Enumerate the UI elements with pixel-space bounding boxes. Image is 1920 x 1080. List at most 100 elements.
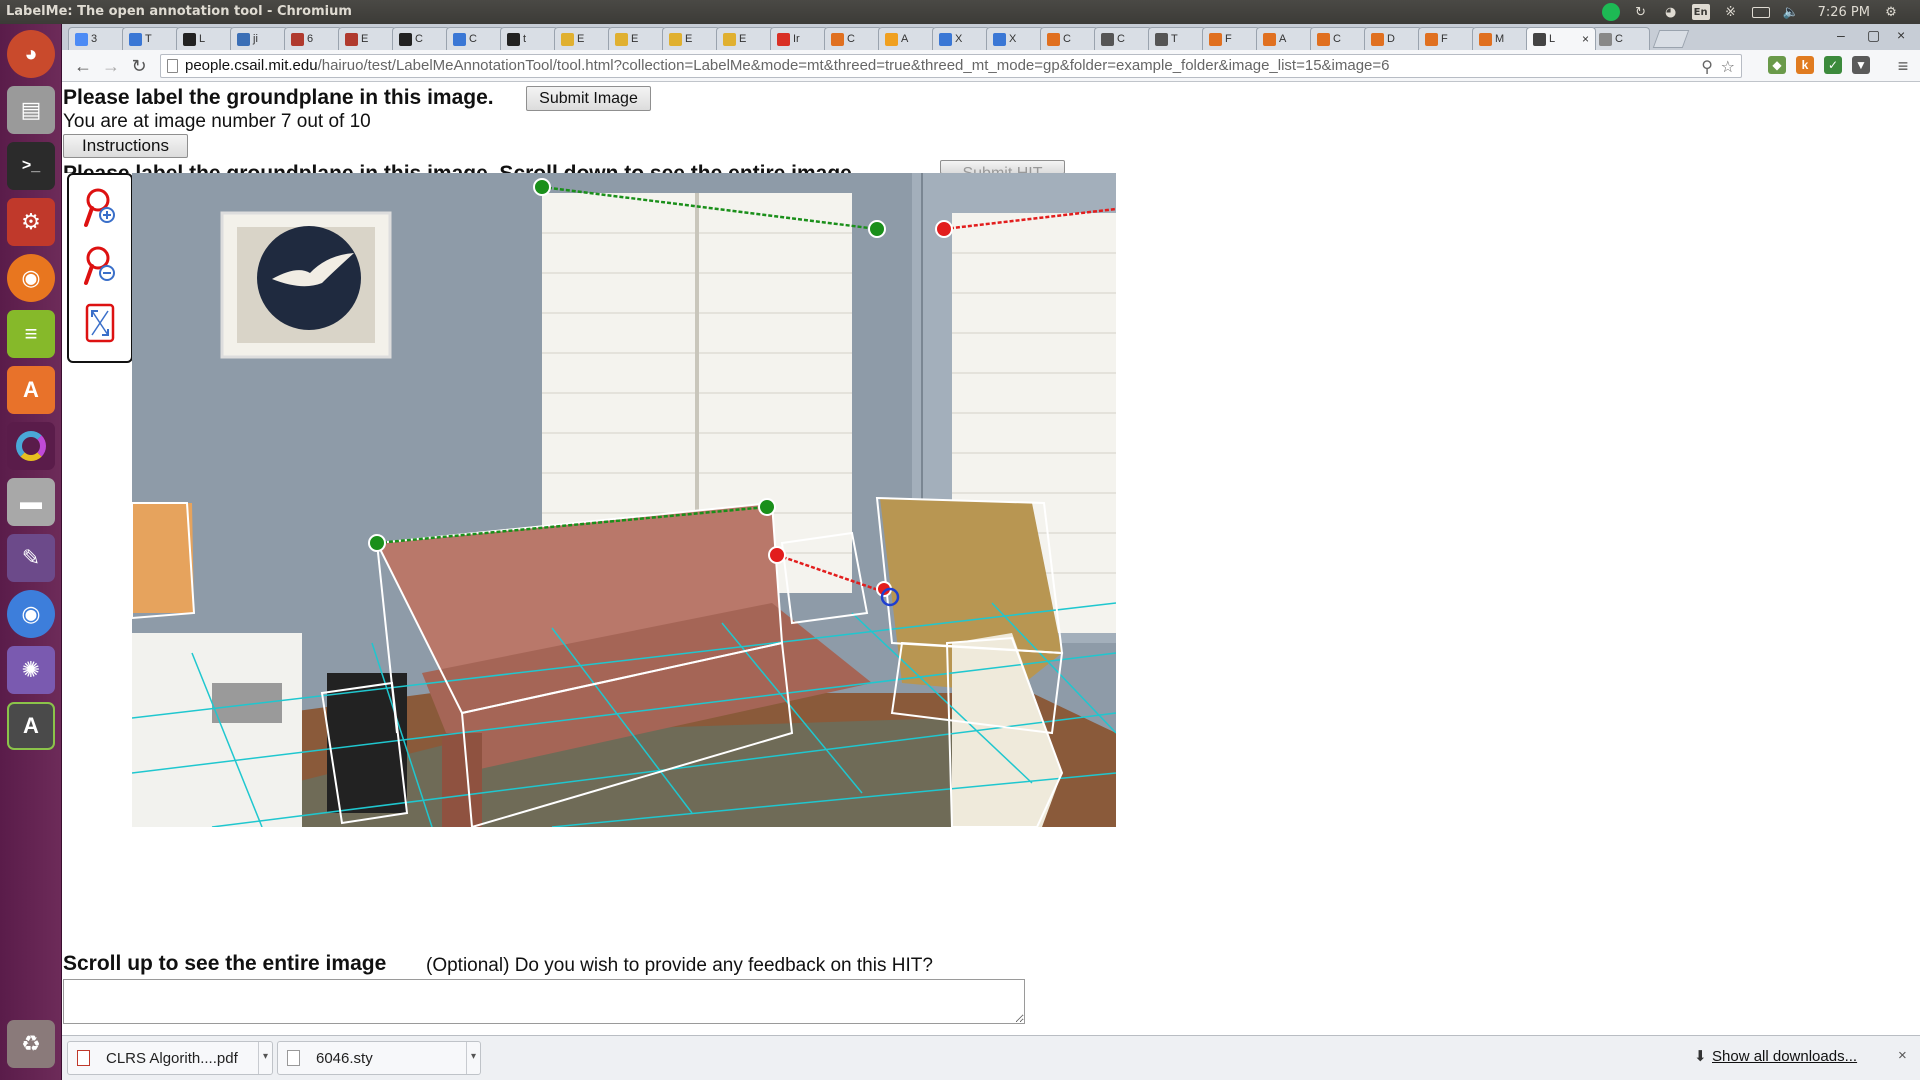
tab-close-icon[interactable]: × <box>1582 32 1589 46</box>
browser-tab[interactable]: C <box>1094 27 1152 50</box>
system-settings-icon[interactable]: ⚙ <box>7 198 55 246</box>
k-extension-icon[interactable]: k <box>1796 56 1814 74</box>
browser-tab[interactable]: E <box>608 27 666 50</box>
terminal-icon[interactable]: >_ <box>7 142 55 190</box>
browser-tab[interactable]: C <box>446 27 504 50</box>
tab-favicon-icon <box>723 33 736 46</box>
tab-favicon-icon <box>345 33 358 46</box>
submit-image-button[interactable]: Submit Image <box>526 86 651 111</box>
volume-muted-icon[interactable]: 🔈 <box>1782 4 1800 20</box>
firefox-icon[interactable]: ◉ <box>7 254 55 302</box>
browser-tab[interactable]: L <box>176 27 234 50</box>
browser-tab[interactable]: 6 <box>284 27 342 50</box>
download-item[interactable]: 6046.sty ▾ <box>277 1041 481 1075</box>
browser-tab[interactable]: ji <box>230 27 288 50</box>
wifi-icon[interactable]: ◕ <box>1662 4 1680 20</box>
pocket-extension-icon[interactable]: ▼ <box>1852 56 1870 74</box>
browser-tab[interactable]: F <box>1202 27 1260 50</box>
power-gear-icon[interactable]: ⚙ <box>1882 4 1900 20</box>
browser-tab[interactable]: E <box>338 27 396 50</box>
software-center-icon[interactable]: A <box>7 366 55 414</box>
minimize-button[interactable]: – <box>1837 27 1845 43</box>
tab-active[interactable]: L × <box>1526 27 1596 50</box>
zoom-magnifier-icon[interactable]: ⚲ <box>1701 57 1713 77</box>
files-icon[interactable]: ▤ <box>7 86 55 134</box>
battery-icon[interactable] <box>1751 4 1770 20</box>
browser-tab[interactable]: A <box>878 27 936 50</box>
browser-tab[interactable]: T <box>1148 27 1206 50</box>
close-window-button[interactable]: × <box>1897 27 1905 43</box>
inkscape-icon[interactable]: ✎ <box>7 534 55 582</box>
trash-icon[interactable]: ♻ <box>7 1020 55 1068</box>
forward-button[interactable]: → <box>100 55 122 77</box>
download-item[interactable]: CLRS Algorith....pdf ▾ <box>67 1041 273 1075</box>
chromium-icon[interactable]: ◉ <box>7 590 55 638</box>
green-control-point[interactable] <box>368 534 386 552</box>
browser-tab[interactable]: t <box>500 27 558 50</box>
download-filename: 6046.sty <box>316 1050 373 1067</box>
sync-icon[interactable]: ↻ <box>1632 4 1650 20</box>
url-path: /hairuo/test/LabelMeAnnotationTool/tool.… <box>317 57 1390 74</box>
tab-favicon-icon <box>129 33 142 46</box>
back-button[interactable]: ← <box>72 55 94 77</box>
browser-tab[interactable]: C <box>1040 27 1098 50</box>
reload-button[interactable]: ↻ <box>128 55 150 77</box>
browser-tab[interactable]: D <box>1364 27 1422 50</box>
chrome-menu-icon[interactable]: ≡ <box>1892 55 1914 77</box>
browser-tab[interactable]: C <box>392 27 450 50</box>
browser-tab[interactable]: E <box>716 27 774 50</box>
green-control-point[interactable] <box>533 178 551 196</box>
red-control-point[interactable] <box>768 546 786 564</box>
tab-favicon-icon <box>183 33 196 46</box>
green-control-point[interactable] <box>758 498 776 516</box>
browser-tab[interactable]: C <box>824 27 882 50</box>
dash-home-icon[interactable]: ◕ <box>7 30 55 78</box>
tab-favicon-icon <box>1479 33 1492 46</box>
bluetooth-icon[interactable]: ※ <box>1722 4 1740 20</box>
spotify-icon[interactable]: ≡ <box>7 310 55 358</box>
unity-tweak-icon[interactable] <box>7 422 55 470</box>
browser-tab[interactable]: C <box>1310 27 1368 50</box>
submit-hit-button[interactable]: Submit HIT <box>940 160 1065 174</box>
clock[interactable]: 7:26 PM <box>1818 5 1870 20</box>
app-swirl-icon[interactable]: ✺ <box>7 646 55 694</box>
browser-tab[interactable]: E <box>662 27 720 50</box>
zoom-out-icon[interactable] <box>83 243 117 289</box>
browser-tab[interactable]: X <box>986 27 1044 50</box>
close-download-shelf-icon[interactable]: × <box>1898 1047 1907 1064</box>
browser-tab[interactable]: Ir <box>770 27 828 50</box>
keyboard-language-indicator[interactable]: En <box>1691 4 1710 20</box>
tab-label: X <box>1009 33 1017 45</box>
spotify-tray-icon[interactable] <box>1601 3 1620 21</box>
browser-tab[interactable]: T <box>122 27 180 50</box>
new-tab-button[interactable] <box>1652 30 1690 48</box>
browser-tab[interactable]: M <box>1472 27 1530 50</box>
updater-icon[interactable]: A <box>7 702 55 750</box>
browser-tab[interactable]: A <box>1256 27 1314 50</box>
annotation-image-canvas[interactable] <box>132 173 1116 827</box>
browser-tab[interactable]: F <box>1418 27 1476 50</box>
instructions-button[interactable]: Instructions <box>63 134 188 158</box>
tab-favicon-icon <box>993 33 1006 46</box>
bookmark-star-icon[interactable]: ☆ <box>1721 57 1735 77</box>
maximize-button[interactable]: ▢ <box>1867 27 1880 44</box>
zoom-in-icon[interactable] <box>83 185 117 231</box>
fit-image-icon[interactable] <box>83 301 117 347</box>
feedback-textarea[interactable] <box>63 979 1025 1024</box>
browser-tab[interactable]: X <box>932 27 990 50</box>
browser-tab[interactable]: 3 <box>68 27 126 50</box>
download-menu-arrow-icon[interactable]: ▾ <box>258 1042 272 1074</box>
browser-tab[interactable]: E <box>554 27 612 50</box>
tab-label: A <box>1279 33 1287 45</box>
address-bar[interactable]: people.csail.mit.edu/hairuo/test/LabelMe… <box>160 54 1742 78</box>
red-control-point[interactable] <box>935 220 953 238</box>
browser-tab[interactable]: C <box>1592 27 1650 50</box>
extension-puzzle-icon[interactable]: ◆ <box>1768 56 1786 74</box>
green-control-point[interactable] <box>868 220 886 238</box>
tab-label: C <box>1063 33 1071 45</box>
notification-extension-icon[interactable]: ✓ <box>1824 56 1842 74</box>
show-all-downloads-link[interactable]: Show all downloads... <box>1712 1048 1857 1065</box>
drive-icon[interactable]: ▬ <box>7 478 55 526</box>
page-title: Please label the groundplane in this ima… <box>63 86 494 109</box>
download-menu-arrow-icon[interactable]: ▾ <box>466 1042 480 1074</box>
